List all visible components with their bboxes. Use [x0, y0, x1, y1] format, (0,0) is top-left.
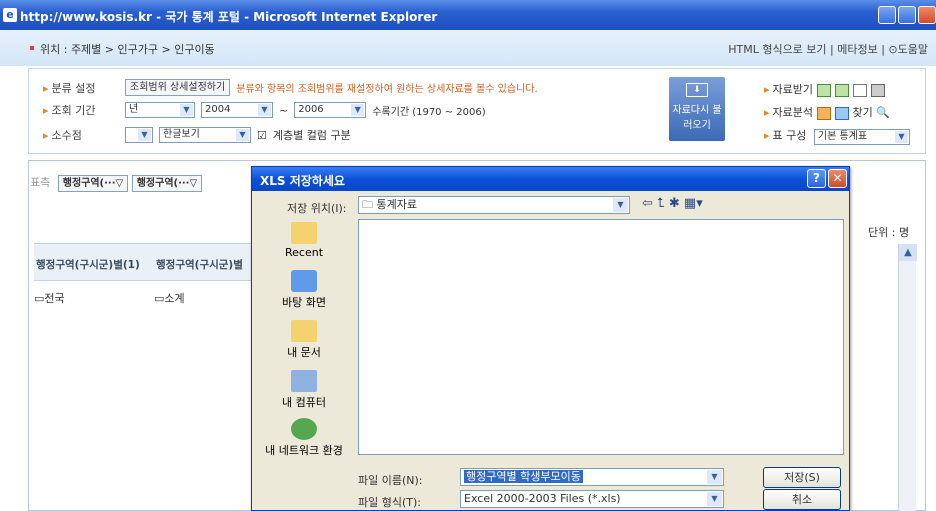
text-file-icon[interactable]	[853, 83, 868, 97]
place-recent[interactable]: Recent	[258, 222, 350, 259]
print-icon[interactable]	[871, 83, 886, 97]
save-in-select[interactable]: 🗀 통계자료 ▼	[358, 196, 630, 214]
chevron-down-icon: ▼	[894, 131, 908, 143]
cancel-button[interactable]: 취소	[763, 489, 841, 510]
download-link[interactable]: 자료받기	[764, 81, 886, 97]
checkbox-label: 계층별 컬럼 구분	[272, 129, 351, 142]
pivot-chip[interactable]: 행정구역(···▽	[57, 175, 129, 192]
breadcrumb: 위치 : 주제별 > 인구가구 > 인구이동	[40, 43, 215, 56]
pivot-chip[interactable]: 행정구역(···▽	[131, 175, 203, 192]
chevron-down-icon: ▼	[236, 129, 249, 141]
place-my-computer[interactable]: 내 컴퓨터	[258, 370, 350, 410]
table-pivot-header: 표측 행정구역(···▽ 행정구역(···▽	[30, 174, 203, 192]
detail-range-button[interactable]: 조회범위 상세설정하기	[125, 79, 231, 96]
period-unit-select[interactable]: 년 ▼	[125, 102, 195, 118]
table-side-label: 표측	[30, 176, 51, 189]
chevron-down-icon: ▼	[351, 104, 365, 116]
option-note: 분류와 항목의 조회범위를 재설정하여 원하는 상세자료를 볼수 있습니다.	[236, 84, 538, 95]
chevron-down-icon: ▼	[258, 104, 271, 116]
close-button[interactable]	[918, 6, 936, 24]
unit-label: 단위 : 명	[868, 226, 910, 239]
period-range-text: 수록기간 (1970 ~ 2006)	[372, 106, 486, 118]
chart-icon[interactable]	[817, 106, 832, 120]
places-bar: Recent 바탕 화면 내 문서 내 컴퓨터 내 네트워크 환경	[258, 220, 350, 457]
place-network[interactable]: 내 네트워크 환경	[258, 418, 350, 458]
option-label: 조회 기간	[43, 102, 119, 118]
new-folder-icon[interactable]: ✱	[669, 196, 680, 211]
from-year-select[interactable]: 2004 ▼	[201, 102, 273, 118]
scroll-up-icon[interactable]: ▲	[899, 244, 917, 261]
ie-icon: e	[3, 8, 17, 22]
excel-icon[interactable]	[817, 83, 832, 97]
decimal-select[interactable]: ▼	[125, 127, 153, 143]
table-header: 행정구역(구시군)별(1) 행정구역(구시군)별	[34, 243, 254, 281]
option-row-period: 조회 기간 년▼ 2004▼ ~ 2006▼ 수록기간 (1970 ~ 2006…	[43, 102, 486, 118]
chevron-down-icon: ▼	[613, 198, 628, 212]
desktop-icon	[291, 270, 317, 292]
save-in-label: 저장 위치(I):	[287, 202, 347, 215]
hierarchy-checkbox[interactable]: ☑	[257, 129, 267, 142]
dialog-titlebar: XLS 저장하세요 ? ✕	[252, 167, 849, 191]
up-folder-icon[interactable]: ⮤	[657, 196, 665, 211]
column-header: 행정구역(구시군)별	[156, 259, 243, 271]
help-button[interactable]: ?	[807, 169, 826, 188]
view-select[interactable]: 한글보기 ▼	[159, 127, 251, 143]
window-title: http://www.kosis.kr - 국가 통계 포털 - Microso…	[20, 10, 438, 24]
layout-row: 표 구성 기본 통계표▼	[764, 127, 910, 145]
documents-folder-icon	[291, 320, 317, 342]
option-row-decimal: 소수점 ▼ 한글보기▼ ☑ 계층별 컬럼 구분	[43, 127, 351, 143]
excel-icon[interactable]	[835, 83, 850, 97]
chevron-down-icon: ▼	[180, 104, 193, 116]
filetype-label: 파일 형식(T):	[358, 496, 421, 509]
to-year-select[interactable]: 2006 ▼	[294, 102, 367, 118]
search-icon[interactable]: 🔍	[873, 106, 890, 119]
graph-icon[interactable]	[835, 106, 850, 120]
save-button[interactable]: 저장(S)	[763, 467, 841, 488]
window-titlebar: e http://www.kosis.kr - 국가 통계 포털 - Micro…	[0, 0, 936, 30]
layout-select[interactable]: 기본 통계표 ▼	[813, 129, 910, 145]
network-icon	[291, 418, 317, 440]
option-label: 소수점	[43, 127, 119, 143]
chevron-down-icon: ▼	[138, 129, 151, 141]
table-cell: ▭전국	[34, 292, 65, 305]
folder-icon: 🗀	[362, 198, 377, 211]
find-link[interactable]: 찾기	[853, 106, 873, 119]
analysis-link[interactable]: 자료분석 찾기 🔍	[764, 104, 890, 120]
download-icon: ⬇	[686, 83, 708, 97]
dialog-close-button[interactable]: ✕	[828, 169, 847, 188]
chevron-down-icon: ▼	[707, 492, 722, 506]
chevron-down-icon: ▼	[707, 470, 722, 484]
dialog-toolbar: ⇦ ⮤ ✱ ▦▾	[642, 196, 703, 211]
dialog-title: XLS 저장하세요	[260, 174, 345, 188]
computer-icon	[291, 370, 317, 392]
bullet-icon	[30, 46, 34, 50]
header-links[interactable]: HTML 형식으로 보기 | 메타정보 | ⊙도움말	[728, 41, 928, 57]
save-dialog: XLS 저장하세요 ? ✕ 저장 위치(I): 🗀 통계자료 ▼ ⇦ ⮤ ✱ ▦▾…	[251, 166, 850, 511]
location-bar: 위치 : 주제별 > 인구가구 > 인구이동 HTML 형식으로 보기 | 메타…	[0, 30, 936, 66]
filetype-select[interactable]: Excel 2000-2003 Files (*.xls) ▼	[460, 490, 724, 508]
options-panel: 분류 설정 조회범위 상세설정하기 분류와 항목의 조회범위를 재설정하여 원하…	[28, 68, 926, 154]
view-menu-icon[interactable]: ▦▾	[684, 196, 703, 211]
reload-button[interactable]: ⬇ 자료다시 불러오기	[669, 77, 725, 141]
filename-label: 파일 이름(N):	[358, 474, 423, 487]
place-desktop[interactable]: 바탕 화면	[258, 270, 350, 310]
file-list[interactable]	[358, 219, 844, 455]
vertical-scrollbar[interactable]: ▲	[898, 244, 917, 511]
option-label: 분류 설정	[43, 80, 119, 96]
recent-folder-icon	[291, 222, 317, 244]
back-icon[interactable]: ⇦	[642, 196, 653, 211]
place-my-documents[interactable]: 내 문서	[258, 320, 350, 360]
table-cell: ▭소계	[154, 292, 185, 305]
option-row-category: 분류 설정 조회범위 상세설정하기 분류와 항목의 조회범위를 재설정하여 원하…	[43, 79, 538, 96]
filename-input[interactable]: 행정구역별 학생부모이동 ▼	[460, 468, 724, 486]
column-header: 행정구역(구시군)별(1)	[36, 259, 140, 271]
minimize-button[interactable]	[878, 6, 896, 24]
maximize-button[interactable]	[898, 6, 916, 24]
